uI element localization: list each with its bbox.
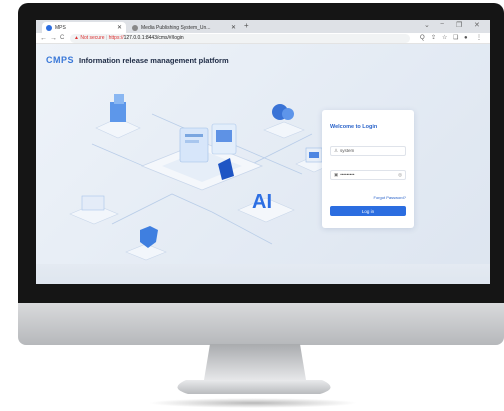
browser-tab-bar: MPS ✕ Media Publishing System_Un... ✕ + … (36, 20, 490, 33)
close-window-button[interactable]: ✕ (474, 21, 480, 29)
globe-icon (132, 24, 138, 31)
close-tab-icon[interactable]: ✕ (231, 24, 236, 31)
forgot-password-link[interactable]: Forgot Password? (374, 195, 406, 200)
laptop-icon (69, 195, 119, 225)
page-footer-area (36, 264, 490, 284)
login-page: CMPS Information release management plat… (36, 44, 490, 284)
user-icon: ♙ (334, 148, 339, 153)
username-value: system (340, 148, 355, 153)
close-tab-icon[interactable]: ✕ (117, 24, 122, 31)
tab-mps[interactable]: MPS ✕ (42, 22, 126, 33)
profile-avatar-icon[interactable]: ● (464, 34, 468, 43)
maximize-button[interactable]: ❐ (456, 21, 462, 29)
screen: MPS ✕ Media Publishing System_Un... ✕ + … (36, 20, 490, 284)
tab-media-publishing[interactable]: Media Publishing System_Un... ✕ (128, 22, 240, 33)
shield-icon (125, 226, 167, 261)
address-bar: ← → C ▲ Not secure | https://127.0.0.1:8… (36, 33, 490, 44)
monitor-chin (18, 303, 504, 345)
reload-button[interactable]: C (60, 34, 64, 43)
sidepanel-icon[interactable]: ❑ (453, 34, 458, 43)
username-field[interactable]: ♙ system (330, 146, 406, 156)
not-secure-warning[interactable]: ▲ Not secure (74, 35, 105, 41)
monitor-stand (177, 344, 331, 394)
new-tab-button[interactable]: + (244, 21, 249, 30)
mps-logo: CMPS (46, 55, 75, 65)
minimize-button[interactable]: − (440, 21, 444, 28)
forward-button[interactable]: → (50, 34, 57, 43)
lock-icon: ▣ (334, 172, 339, 177)
tab-search-icon[interactable]: ⌄ (424, 21, 430, 29)
svg-text:AI: AI (252, 191, 272, 213)
login-title: Welcome to Login (330, 124, 378, 130)
mps-favicon-icon (46, 24, 52, 31)
search-icon[interactable]: Q (420, 34, 425, 43)
show-password-icon[interactable]: ◎ (398, 171, 402, 179)
app-header: CMPS Information release management plat… (46, 55, 229, 65)
blue-cube-icon (95, 94, 141, 139)
login-card: Welcome to Login ♙ system ▣ ••••••••• ◎ Fo… (322, 110, 414, 228)
password-value: ••••••••• (340, 172, 355, 177)
share-icon[interactable]: ⇪ (431, 34, 436, 43)
password-field[interactable]: ▣ ••••••••• ◎ (330, 170, 406, 180)
tab-label: MPS (55, 24, 66, 31)
server-platform-icon (140, 123, 264, 191)
bookmark-star-icon[interactable]: ☆ (442, 34, 447, 43)
menu-icon[interactable]: ⋮ (476, 34, 482, 43)
cloud-icon (263, 104, 305, 139)
stand-shadow (148, 398, 358, 408)
url-scheme: https:// (108, 35, 124, 41)
ai-chip-icon: AI (237, 191, 295, 223)
login-button[interactable]: Log in (330, 206, 406, 216)
url-path: 127.0.0.1:8443/cms/#/login (123, 35, 184, 41)
back-button[interactable]: ← (40, 34, 47, 43)
platform-title: Information release management platform (79, 55, 229, 65)
url-field[interactable]: ▲ Not secure | https://127.0.0.1:8443/cm… (70, 34, 410, 43)
tab-label: Media Publishing System_Un... (141, 24, 211, 31)
